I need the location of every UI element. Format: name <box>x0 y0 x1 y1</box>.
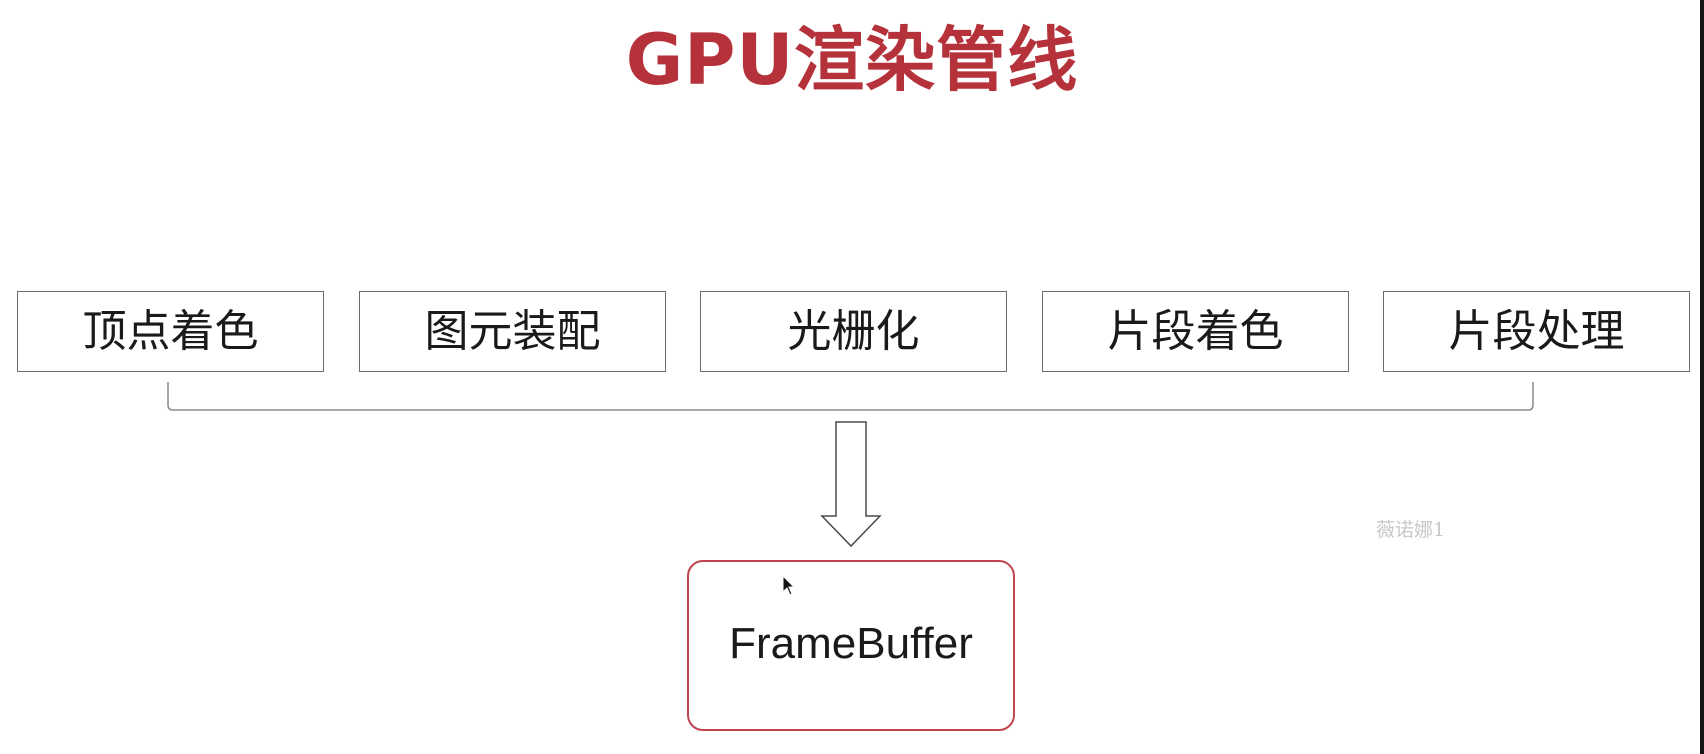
watermark: 薇诺娜1 <box>1376 519 1446 541</box>
framebuffer-box: FrameBuffer <box>687 560 1015 731</box>
stage-primitive-assembly: 图元装配 <box>359 291 666 372</box>
stage-label: 图元装配 <box>424 305 601 357</box>
stages-bracket <box>167 382 1534 411</box>
stage-vertex-shading: 顶点着色 <box>17 291 324 372</box>
down-arrow <box>820 421 882 548</box>
stage-label: 片段处理 <box>1448 305 1625 357</box>
stage-fragment-shading: 片段着色 <box>1042 291 1349 372</box>
framebuffer-label: FrameBuffer <box>729 619 973 668</box>
stage-label: 顶点着色 <box>82 305 259 357</box>
stage-label: 片段着色 <box>1107 305 1284 357</box>
stage-fragment-processing: 片段处理 <box>1383 291 1690 372</box>
stage-label: 光栅化 <box>787 305 920 357</box>
mouse-cursor-icon <box>782 575 796 596</box>
stage-rasterization: 光栅化 <box>700 291 1007 372</box>
